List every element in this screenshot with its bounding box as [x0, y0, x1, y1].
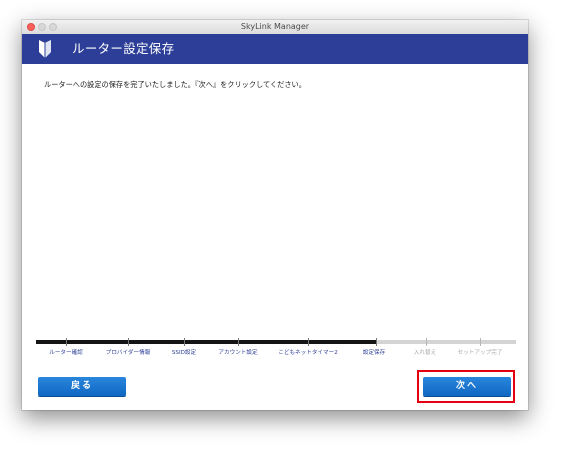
progress-tick	[308, 338, 309, 346]
app-window: SkyLink Manager ルーター設定保存 ルーターへの設定の保存を完了い…	[22, 20, 528, 410]
step-label-replace: 入れ替え	[413, 350, 437, 356]
progress-tick	[238, 338, 239, 346]
next-button-highlight	[417, 370, 515, 403]
window-title: SkyLink Manager	[240, 22, 310, 31]
progress-tick	[66, 338, 67, 346]
beginner-shield-icon	[39, 40, 51, 58]
progress-tick	[376, 338, 377, 346]
progress-tick	[480, 338, 481, 346]
progress-completed-track	[36, 340, 376, 344]
step-label-setup-complete: セットアップ完了	[457, 350, 503, 356]
progress-remaining-track	[376, 340, 516, 344]
back-button[interactable]: 戻る	[38, 377, 126, 396]
page-header: ルーター設定保存	[22, 34, 528, 64]
step-label-provider-info: プロバイダー情報	[105, 350, 151, 356]
step-label-account-settings: アカウント設定	[218, 350, 258, 356]
setup-progress-bar	[36, 338, 516, 346]
page-title: ルーター設定保存	[72, 41, 175, 56]
progress-tick	[184, 338, 185, 346]
progress-tick	[128, 338, 129, 346]
step-label-kids-net-timer: こどもネットタイマー2	[278, 350, 338, 356]
step-label-save-settings: 設定保存	[362, 350, 386, 356]
title-bar: SkyLink Manager	[22, 20, 528, 35]
step-label-router-check: ルーター確認	[49, 350, 83, 356]
progress-tick	[426, 338, 427, 346]
step-label-ssid-settings: SSID設定	[171, 350, 197, 356]
status-message: ルーターへの設定の保存を完了いたしました。『次へ』をクリックしてください。	[44, 80, 306, 89]
